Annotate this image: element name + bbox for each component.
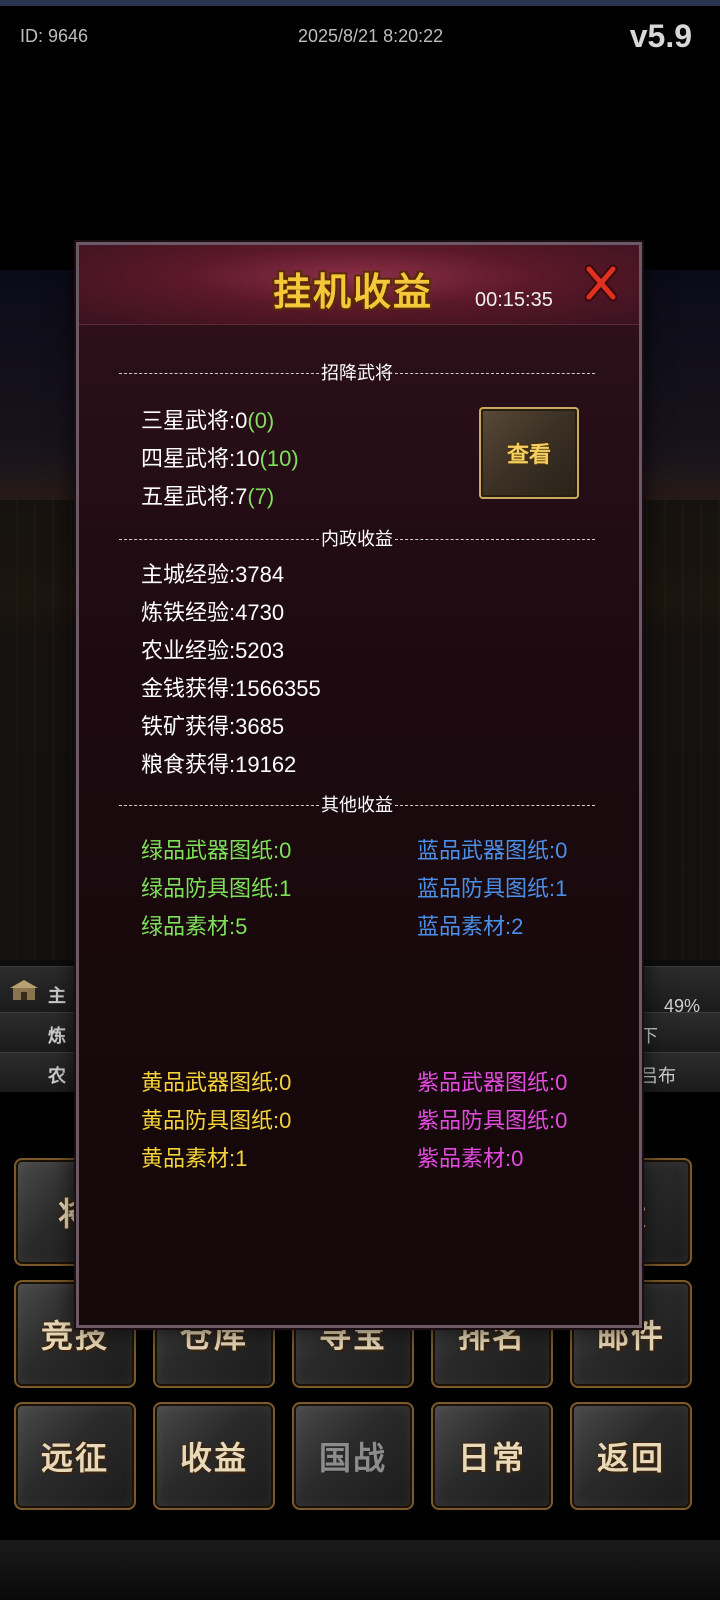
blue-weapon-blueprint: 蓝品武器图纸:0	[417, 838, 568, 863]
idle-income-dialog: 挂机收益 00:15:35 招降武将 三星武将:0(0) 四星武将:10(10)…	[76, 242, 642, 1328]
top-strip	[0, 0, 720, 6]
green-material: 绿品素材:5	[141, 914, 248, 939]
menu-button-expedition[interactable]: 远征	[14, 1402, 136, 1510]
status-iron-label: 炼	[48, 1026, 66, 1047]
domestic-item: 铁矿获得:3685	[141, 714, 285, 739]
dialog-title: 挂机收益	[273, 269, 434, 314]
blue-armor-blueprint: 蓝品防具图纸:1	[417, 876, 568, 901]
purple-armor-blueprint: 紫品防具图纸:0	[417, 1108, 568, 1133]
status-iron-right: 下	[640, 1026, 658, 1047]
yellow-weapon-blueprint: 黄品武器图纸:0	[141, 1070, 292, 1095]
domestic-item: 炼铁经验:4730	[141, 600, 285, 625]
recruit-four-star: 四星武将:10(10)	[141, 446, 299, 471]
purple-material: 紫品素材:0	[417, 1146, 524, 1171]
green-armor-blueprint: 绿品防具图纸:1	[141, 876, 292, 901]
status-main-percent: 49%	[663, 996, 700, 1016]
domestic-item: 农业经验:5203	[141, 638, 285, 663]
domestic-item: 粮食获得:19162	[141, 752, 297, 777]
close-icon[interactable]	[583, 263, 619, 303]
menu-button-income[interactable]: 收益	[153, 1402, 275, 1510]
section-other-divider: 其他收益	[119, 791, 595, 817]
recruit-five-star: 五星武将:7(7)	[141, 484, 275, 509]
version-label: v5.9	[629, 18, 692, 54]
green-weapon-blueprint: 绿品武器图纸:0	[141, 838, 292, 863]
blue-material: 蓝品素材:2	[417, 914, 524, 939]
section-recruit-divider: 招降武将	[119, 359, 595, 385]
recruit-three-star: 三星武将:0(0)	[141, 408, 275, 433]
player-id: ID: 9646	[20, 26, 89, 46]
domestic-item: 主城经验:3784	[141, 562, 285, 587]
status-farm-label: 农	[48, 1066, 66, 1087]
view-button[interactable]: 查看	[479, 407, 579, 499]
castle-icon	[10, 980, 38, 1000]
yellow-material: 黄品素材:1	[141, 1146, 248, 1171]
menu-button-return[interactable]: 返回	[570, 1402, 692, 1510]
section-domestic-divider: 内政收益	[119, 525, 595, 551]
domestic-item: 金钱获得:1566355	[141, 676, 321, 701]
menu-button-nation-war[interactable]: 国战	[292, 1402, 414, 1510]
purple-weapon-blueprint: 紫品武器图纸:0	[417, 1070, 568, 1095]
yellow-armor-blueprint: 黄品防具图纸:0	[141, 1108, 292, 1133]
idle-timer: 00:15:35	[475, 289, 553, 311]
status-farm-right: 吕布	[640, 1066, 676, 1087]
status-main-label: 主	[48, 986, 66, 1007]
datetime: 2025/8/21 8:20:22	[298, 26, 444, 46]
bottom-bar	[0, 1540, 720, 1600]
menu-button-daily[interactable]: 日常	[431, 1402, 553, 1510]
